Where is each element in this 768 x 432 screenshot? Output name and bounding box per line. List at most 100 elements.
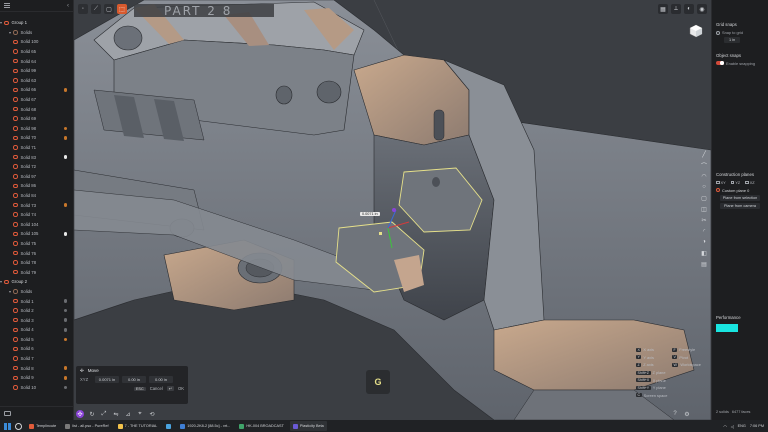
visibility-ring-icon[interactable] <box>13 212 18 217</box>
curve-tool-icon[interactable]: ⌒ <box>700 161 708 170</box>
material-dot-icon[interactable] <box>63 155 67 159</box>
visibility-ring-icon[interactable] <box>13 116 18 121</box>
taskbar-app[interactable]: Plasticity Beta <box>289 421 327 431</box>
taskbar-app[interactable]: HK-004 BROADCAST <box>236 421 287 431</box>
language-indicator[interactable]: ENG <box>738 424 746 428</box>
help-icon[interactable]: ? <box>671 410 679 418</box>
move-gizmo-icon[interactable]: ✣ <box>76 410 84 418</box>
search-icon[interactable] <box>15 422 22 430</box>
taskbar-app[interactable]: 7 - THE TUTORIAL <box>115 421 161 431</box>
dimension-readout[interactable]: 0.0071 in <box>360 212 380 216</box>
visibility-ring-icon[interactable] <box>13 87 18 93</box>
material-dot-icon[interactable] <box>63 385 67 390</box>
enable-snapping-toggle[interactable] <box>716 60 724 66</box>
outliner-solid-item[interactable]: Solid 74 <box>0 210 73 220</box>
snap-to-grid-radio[interactable] <box>716 30 720 35</box>
visibility-ring-icon[interactable] <box>13 260 18 265</box>
viewcube-icon[interactable] <box>689 24 703 38</box>
wifi-icon[interactable]: ◠ <box>723 424 726 429</box>
material-dot-icon[interactable] <box>63 328 67 332</box>
material-dot-icon[interactable] <box>63 232 67 236</box>
visibility-ring-icon[interactable] <box>13 78 18 83</box>
outliner-solid-item[interactable]: Solid 10 <box>0 383 73 393</box>
outliner-group-item[interactable]: ▾ Group 1 <box>0 18 73 28</box>
outliner-solid-item[interactable]: Solid 78 <box>0 258 73 268</box>
plane-from-camera-button[interactable]: Plane from camera <box>720 202 760 209</box>
material-dot-icon[interactable] <box>63 126 67 131</box>
taskbar-app[interactable] <box>163 421 174 431</box>
cut-tool-icon[interactable]: ✂ <box>700 216 708 224</box>
outliner-solid-item[interactable]: Solid 4 <box>0 325 73 335</box>
material-dot-icon[interactable] <box>63 366 67 370</box>
visibility-ring-icon[interactable] <box>13 193 18 198</box>
solid-select-icon[interactable]: ⬚ <box>117 4 127 14</box>
visibility-ring-icon[interactable] <box>13 39 18 45</box>
enable-snapping-row[interactable]: Enable snapping <box>716 61 764 66</box>
visibility-ring-icon[interactable] <box>13 289 18 294</box>
ok-button[interactable]: OK <box>178 386 184 391</box>
outliner-solid-item[interactable]: Solid 97 <box>0 172 73 182</box>
outliner-folder-item[interactable]: ▾ Solids <box>0 28 73 38</box>
outliner-solid-item[interactable]: Solid 79 <box>0 267 73 277</box>
measure-icon[interactable]: ⊿ <box>124 410 132 418</box>
snap-to-grid-row[interactable]: Snap to grid <box>716 30 764 35</box>
rotate-icon[interactable]: ↻ <box>88 410 96 418</box>
plane-xz[interactable]: XZ <box>745 180 755 185</box>
visibility-ring-icon[interactable] <box>13 68 18 74</box>
visibility-ring-icon[interactable] <box>13 97 18 102</box>
outliner-solid-item[interactable]: Solid 8 <box>0 363 73 373</box>
outliner-solid-item[interactable]: Solid 104 <box>0 219 73 229</box>
visibility-ring-icon[interactable] <box>13 385 18 390</box>
outliner-solid-item[interactable]: Solid 105 <box>0 229 73 239</box>
plane-yz[interactable]: YZ <box>730 180 740 185</box>
visibility-ring-icon[interactable] <box>13 375 18 381</box>
vertex-select-icon[interactable]: ◦ <box>78 4 88 14</box>
fillet-tool-icon[interactable]: ◜ <box>700 227 708 235</box>
visibility-ring-icon[interactable] <box>13 308 18 313</box>
cube-tool-icon[interactable]: ◧ <box>700 249 708 257</box>
camera-icon[interactable]: ◉ <box>697 4 707 14</box>
outliner-solid-item[interactable]: Solid 9 <box>0 373 73 383</box>
visibility-ring-icon[interactable] <box>13 135 18 141</box>
outliner-solid-item[interactable]: Solid 66 <box>0 85 73 95</box>
folder-icon[interactable] <box>4 411 11 416</box>
custom-plane-radio[interactable] <box>716 188 720 192</box>
cancel-button[interactable]: Cancel <box>150 386 163 391</box>
outliner-solid-item[interactable]: Solid 98 <box>0 124 73 134</box>
outliner-solid-item[interactable]: Solid 1 <box>0 296 73 306</box>
edge-select-icon[interactable]: ⟋ <box>91 4 101 14</box>
settings-icon[interactable]: ⚙ <box>683 410 691 418</box>
clock[interactable]: 7:06 PM <box>750 424 764 428</box>
material-dot-icon[interactable] <box>63 203 67 207</box>
visibility-ring-icon[interactable] <box>13 222 18 227</box>
outliner-solid-item[interactable]: Solid 75 <box>0 239 73 249</box>
circle-tool-icon[interactable]: ○ <box>700 183 708 191</box>
face-select-icon[interactable]: ▢ <box>104 4 114 14</box>
library-tool-icon[interactable]: ▤ <box>700 260 708 268</box>
outliner-solid-item[interactable]: Solid 83 <box>0 152 73 162</box>
visibility-ring-icon[interactable] <box>4 20 9 26</box>
visibility-ring-icon[interactable] <box>13 49 18 54</box>
visibility-ring-icon[interactable] <box>13 317 18 323</box>
visibility-ring-icon[interactable] <box>13 231 18 237</box>
outliner-group-item[interactable]: ▾ Group 2 <box>0 277 73 287</box>
visibility-ring-icon[interactable] <box>13 58 18 64</box>
material-dot-icon[interactable] <box>63 88 67 92</box>
material-dot-icon[interactable] <box>63 136 67 140</box>
outliner-solid-item[interactable]: Solid 73 <box>0 200 73 210</box>
scale-icon[interactable]: ⤢ <box>100 410 108 418</box>
visibility-ring-icon[interactable] <box>13 269 18 275</box>
outliner-solid-item[interactable]: Solid 100 <box>0 37 73 47</box>
visibility-ring-icon[interactable] <box>13 145 18 150</box>
visibility-ring-icon[interactable] <box>13 298 18 304</box>
material-dot-icon[interactable] <box>63 308 67 313</box>
render-mode-icon[interactable]: ◐ <box>684 4 694 14</box>
outliner-solid-item[interactable]: Solid 71 <box>0 143 73 153</box>
visibility-ring-icon[interactable] <box>13 164 18 169</box>
outliner-solid-item[interactable]: Solid 68 <box>0 104 73 114</box>
taskbar-app[interactable]: list - all.pso - PureRef <box>62 421 111 431</box>
visibility-ring-icon[interactable] <box>13 30 18 35</box>
move-x-field[interactable]: 0.0071 in <box>95 376 119 383</box>
outliner-solid-item[interactable]: Solid 70 <box>0 133 73 143</box>
material-dot-icon[interactable] <box>63 337 67 342</box>
